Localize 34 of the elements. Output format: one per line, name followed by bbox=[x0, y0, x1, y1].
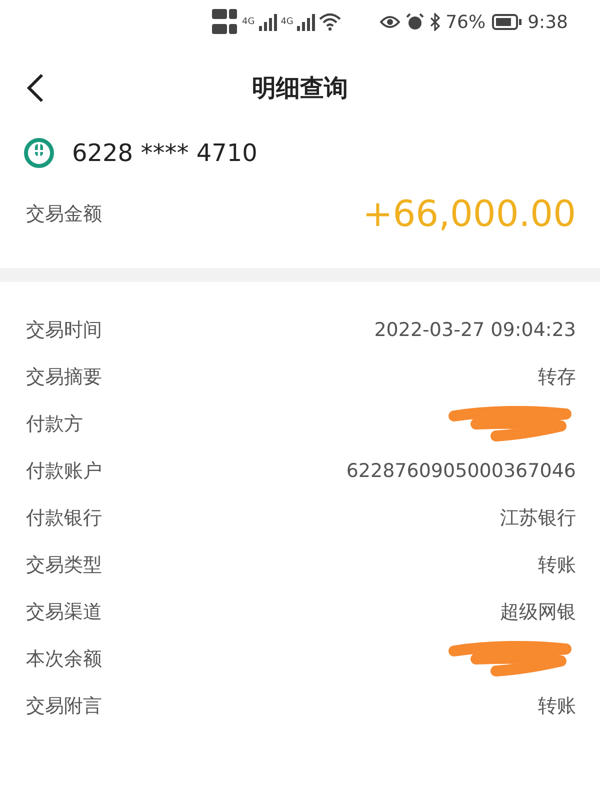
detail-label: 本次余额 bbox=[26, 646, 102, 672]
bluetooth-icon bbox=[430, 13, 440, 31]
bank-logo-icon bbox=[24, 138, 54, 168]
page-title: 明细查询 bbox=[252, 73, 348, 104]
detail-value: 转账 bbox=[538, 694, 576, 718]
detail-label: 交易摘要 bbox=[26, 364, 102, 390]
detail-label: 交易时间 bbox=[26, 318, 102, 342]
card-number: 6228 **** 4710 bbox=[72, 139, 258, 167]
detail-label: 付款方 bbox=[26, 412, 83, 436]
detail-label: 交易类型 bbox=[26, 552, 102, 578]
detail-value: 转存 bbox=[538, 364, 576, 390]
dual-sim-icon bbox=[212, 7, 238, 37]
clock: 9:38 bbox=[528, 12, 568, 32]
detail-label: 交易渠道 bbox=[26, 600, 102, 624]
detail-value: 2022-03-27 09:04:23 bbox=[374, 318, 576, 340]
detail-label: 付款账户 bbox=[26, 458, 102, 484]
detail-value: 江苏银行 bbox=[500, 506, 576, 530]
signal-icon bbox=[297, 13, 316, 31]
detail-label: 付款银行 bbox=[26, 506, 102, 530]
signal-icon bbox=[258, 13, 277, 31]
detail-value: 转账 bbox=[538, 552, 576, 578]
alarm-icon bbox=[406, 13, 424, 31]
wifi-icon bbox=[319, 13, 342, 31]
amount-value: +66,000.00 bbox=[362, 194, 576, 234]
detail-value: 超级网银 bbox=[500, 600, 576, 624]
network-label: 4G bbox=[242, 17, 255, 27]
amount-label: 交易金额 bbox=[26, 202, 102, 227]
back-icon[interactable] bbox=[26, 73, 44, 103]
battery-percent: 76% bbox=[446, 12, 486, 32]
eye-icon bbox=[380, 15, 400, 29]
battery-icon bbox=[492, 14, 522, 30]
network-label: 4G bbox=[280, 17, 294, 27]
detail-value: 6228760905000367046 bbox=[346, 460, 576, 482]
detail-label: 交易附言 bbox=[26, 694, 102, 718]
